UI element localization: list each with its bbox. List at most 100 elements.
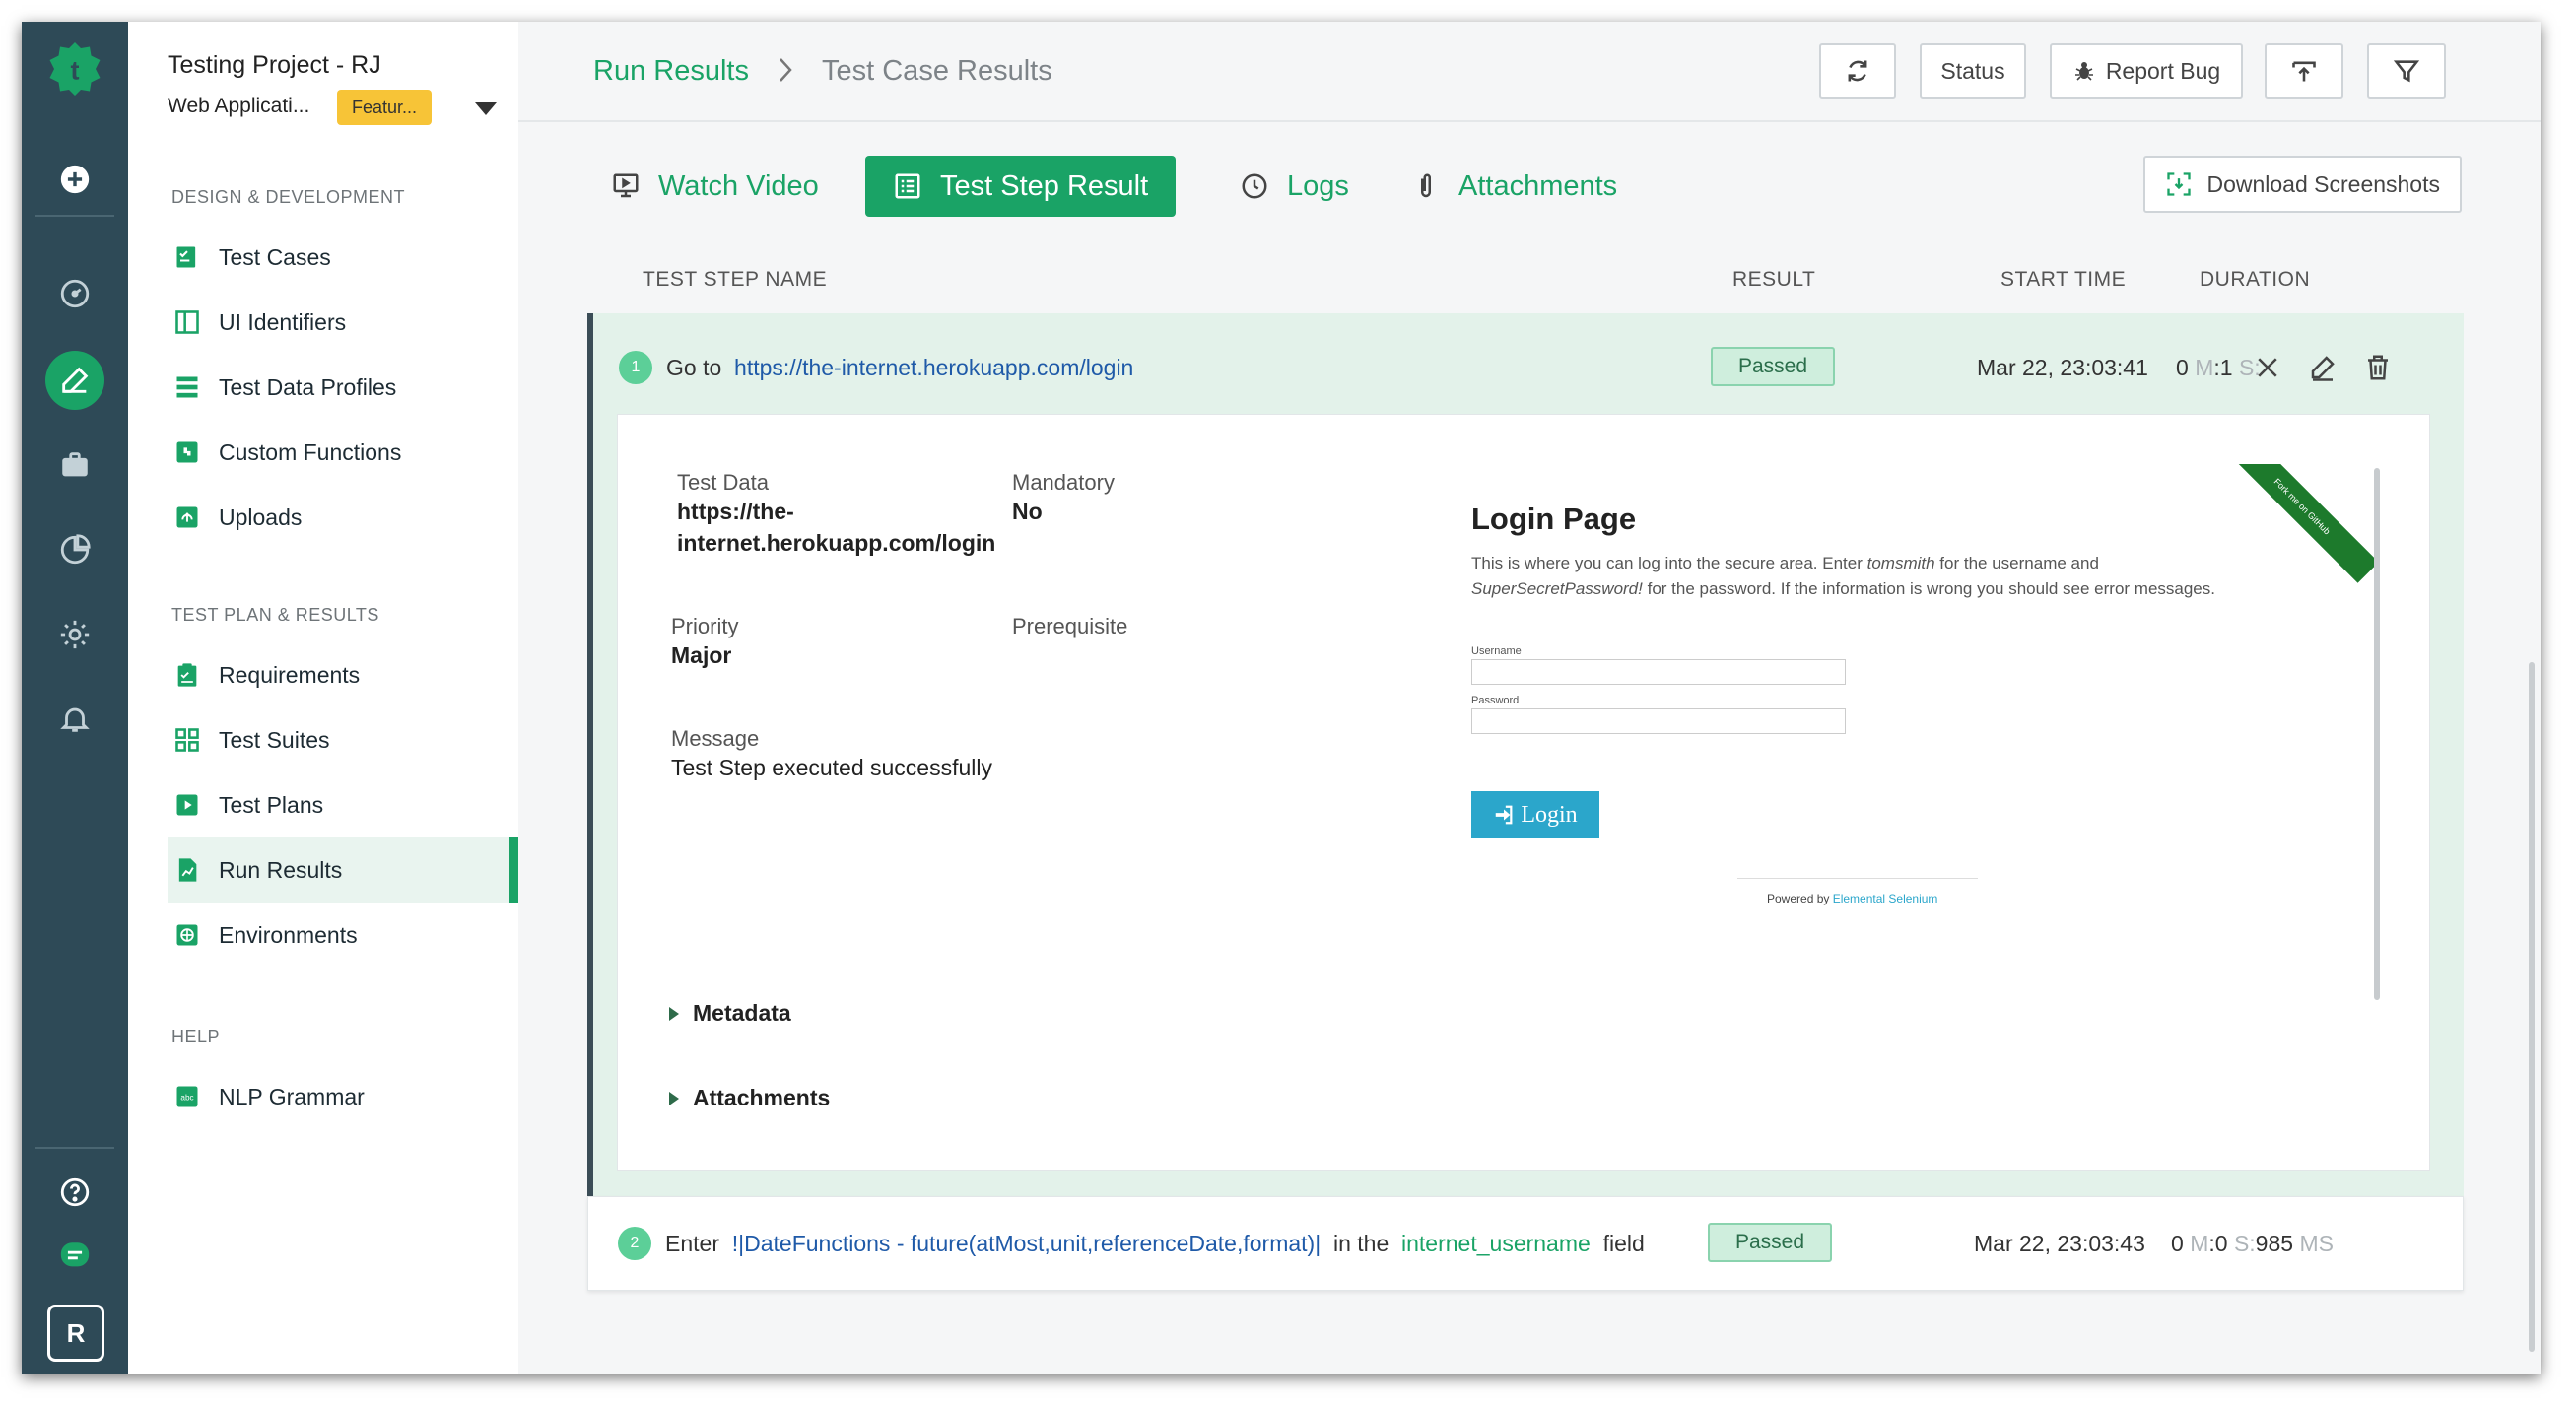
help-icon[interactable]: [45, 1163, 104, 1222]
filter-button[interactable]: [2367, 43, 2446, 99]
tab-attachments[interactable]: Attachments: [1411, 156, 1617, 217]
screenshot-password-input: [1471, 708, 1846, 734]
briefcase-icon[interactable]: [45, 436, 104, 495]
prerequisite-label: Prerequisite: [1012, 614, 1128, 638]
sidebar-item-label: Custom Functions: [219, 438, 402, 465]
project-dropdown-icon[interactable]: [475, 102, 497, 115]
sign-in-icon: [1496, 805, 1513, 825]
tab-watch-video[interactable]: Watch Video: [611, 156, 819, 217]
screenshot-username-input: [1471, 659, 1846, 685]
branch-badge: Featur...: [337, 90, 432, 125]
report-bug-button[interactable]: Report Bug: [2050, 43, 2243, 99]
sidebar-item-label: Uploads: [219, 503, 303, 530]
sidebar-item-requirements[interactable]: Requirements: [168, 642, 518, 707]
list-icon: [895, 173, 920, 199]
test-step-row[interactable]: 2 Enter !|DateFunctions - future(atMost,…: [587, 1196, 2464, 1291]
message-label: Message: [671, 726, 760, 751]
refresh-button[interactable]: [1819, 43, 1896, 99]
breadcrumb-test-case-results: Test Case Results: [822, 55, 1052, 87]
screenshot-login-button: Login: [1471, 791, 1599, 838]
sidebar-item-ui-identifiers[interactable]: UI Identifiers: [168, 290, 518, 355]
sidebar-item-label: Environments: [219, 921, 358, 948]
breadcrumb-run-results[interactable]: Run Results: [593, 55, 749, 88]
step-middle-text: in the: [1332, 1230, 1390, 1256]
screenshot-icon: [2167, 172, 2192, 196]
column-header-result: RESULT: [1732, 268, 1816, 291]
tab-logs[interactable]: Logs: [1240, 156, 1349, 217]
caret-right-icon: [669, 1091, 679, 1106]
step-function-link[interactable]: !|DateFunctions - future(atMost,unit,ref…: [732, 1231, 1321, 1256]
download-screenshots-button[interactable]: Download Screenshots: [2143, 156, 2462, 213]
testsigma-logo-icon[interactable]: t: [45, 39, 104, 99]
step-element-link[interactable]: internet_username: [1401, 1231, 1591, 1256]
rail-divider: [35, 215, 114, 217]
sidebar-item-test-data-profiles[interactable]: Test Data Profiles: [168, 355, 518, 420]
sidebar-item-uploads[interactable]: Uploads: [168, 485, 518, 550]
screenshot-powered-by: Powered by Elemental Selenium: [1767, 892, 1938, 905]
sidebar-item-label: Requirements: [219, 661, 361, 688]
tab-test-step-result[interactable]: Test Step Result: [865, 156, 1177, 217]
priority-value: Major: [671, 642, 732, 668]
chat-icon[interactable]: [45, 1226, 104, 1285]
section-title: DESIGN & DEVELOPMENT: [171, 187, 406, 207]
screenshot-description: This is where you can log into the secur…: [1471, 554, 2215, 598]
sidebar-item-label: Test Cases: [219, 243, 331, 270]
status-button[interactable]: Status: [1920, 43, 2026, 99]
settings-icon[interactable]: [45, 605, 104, 664]
step-duration: 0 M:0 S:985 MS: [2171, 1231, 2334, 1256]
upload-icon: [2292, 61, 2316, 82]
mandatory-value: No: [1012, 499, 1043, 524]
download-screenshots-label: Download Screenshots: [2206, 170, 2440, 197]
chevron-right-icon: [775, 55, 796, 85]
metadata-toggle[interactable]: Metadata: [669, 1000, 791, 1027]
filter-icon: [2393, 60, 2420, 83]
status-badge: Passed: [1711, 347, 1835, 386]
sidebar-item-custom-functions[interactable]: Custom Functions: [168, 420, 518, 485]
pie-chart-icon[interactable]: [45, 520, 104, 579]
screenshot-scrollbar[interactable]: [2374, 468, 2380, 1000]
dashboard-icon[interactable]: [45, 264, 104, 323]
step-start-time: Mar 22, 23:03:43: [1974, 1231, 2145, 1256]
section-title: TEST PLAN & RESULTS: [171, 605, 379, 625]
checklist-icon: [173, 243, 201, 271]
clock-icon: [1242, 173, 1267, 199]
sidebar-item-label: UI Identifiers: [219, 308, 347, 335]
play-icon: [173, 791, 201, 819]
svg-text:t: t: [71, 56, 80, 86]
globe-icon: [173, 921, 201, 949]
bell-icon[interactable]: [45, 690, 104, 749]
step-prefix: Go to: [666, 354, 722, 380]
edit-icon[interactable]: [2308, 353, 2338, 382]
sidebar-item-test-cases[interactable]: Test Cases: [168, 225, 518, 290]
screenshot-username-label: Username: [1471, 645, 1522, 657]
sidebar-item-test-suites[interactable]: Test Suites: [168, 707, 518, 772]
result-tabs: Watch Video Test Step Result Logs Attach…: [518, 156, 2541, 221]
test-data-value-line1: https://the-: [677, 499, 794, 524]
project-title: Testing Project - RJ: [168, 51, 381, 79]
share-button[interactable]: [2265, 43, 2343, 99]
upload-icon: [173, 503, 201, 531]
grid-icon: [173, 726, 201, 754]
sidebar-item-label: NLP Grammar: [219, 1083, 365, 1109]
priority-label: Priority: [671, 614, 739, 638]
step-url-link[interactable]: https://the-internet.herokuapp.com/login: [734, 355, 1133, 380]
top-bar: Run Results Test Case Results Status Rep…: [518, 22, 2541, 122]
sidebar-item-nlp-grammar[interactable]: abc NLP Grammar: [168, 1064, 518, 1129]
close-icon[interactable]: [2253, 353, 2282, 382]
delete-icon[interactable]: [2363, 353, 2393, 382]
attachments-toggle[interactable]: Attachments: [669, 1085, 830, 1111]
tab-label: Attachments: [1458, 169, 1618, 202]
sidebar-item-run-results[interactable]: Run Results: [168, 838, 518, 903]
sidebar-item-environments[interactable]: Environments: [168, 903, 518, 968]
edit-icon[interactable]: [45, 351, 104, 410]
avatar[interactable]: R: [47, 1305, 104, 1362]
sidebar-item-label: Test Plans: [219, 791, 324, 818]
add-icon[interactable]: [45, 150, 104, 209]
sidebar-item-test-plans[interactable]: Test Plans: [168, 772, 518, 838]
tab-label: Test Step Result: [940, 169, 1149, 202]
step-screenshot: Login Page This is where you can log int…: [1471, 464, 2378, 1012]
main-scrollbar[interactable]: [2529, 662, 2535, 1352]
test-step-row[interactable]: 1 Go to https://the-internet.herokuapp.c…: [587, 313, 2464, 1196]
main-content: Run Results Test Case Results Status Rep…: [518, 22, 2541, 1374]
step-number: 1: [619, 351, 652, 384]
